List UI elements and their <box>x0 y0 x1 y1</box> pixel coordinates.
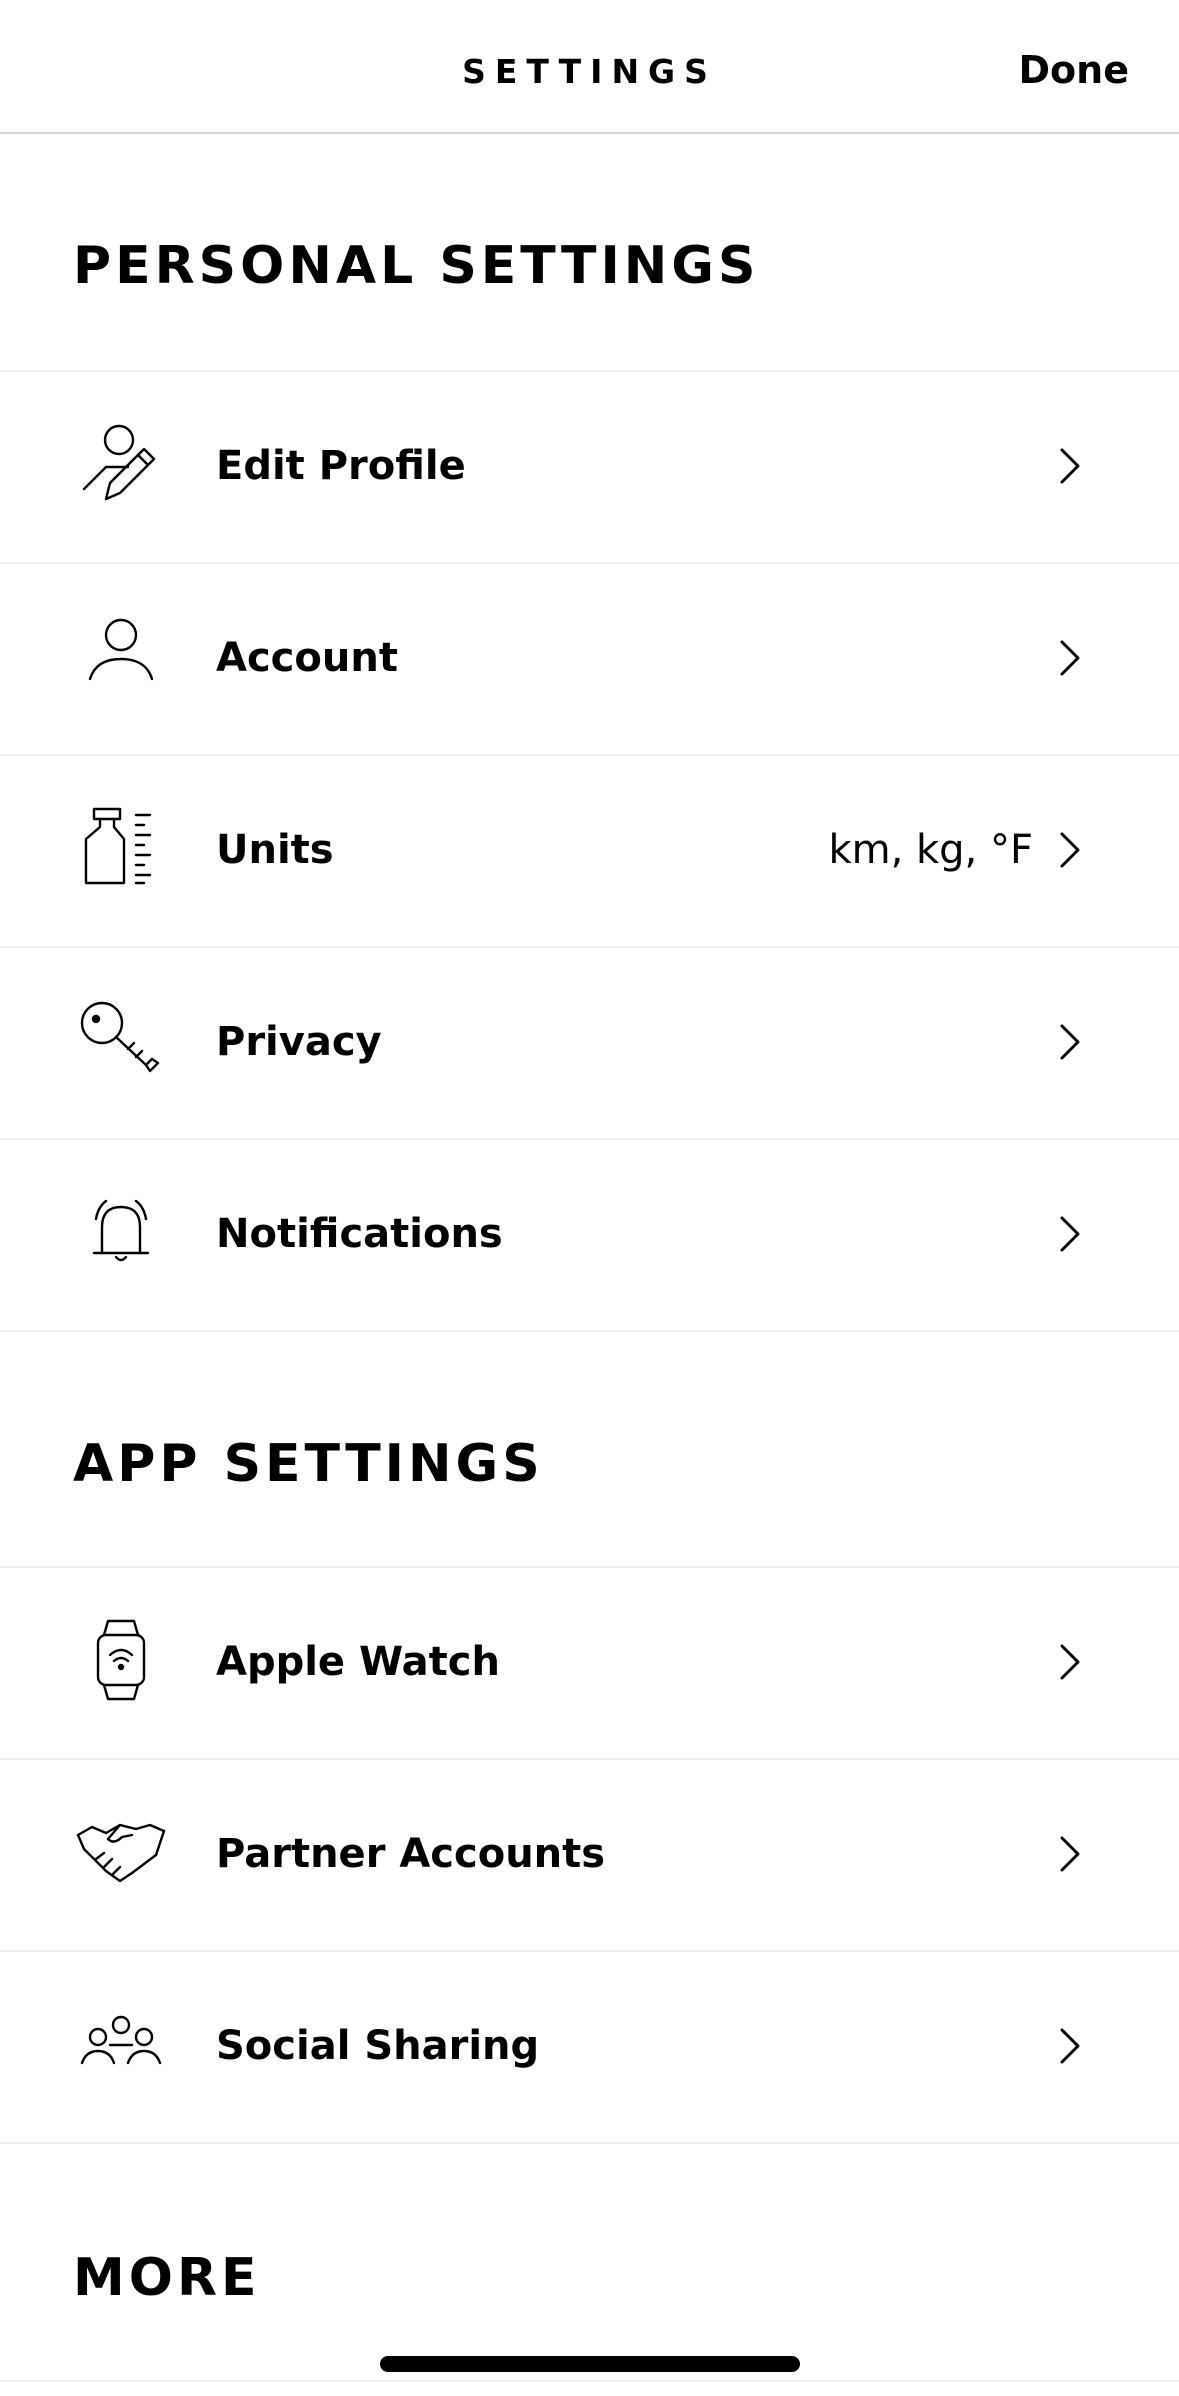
chevron-right-icon <box>1048 824 1092 876</box>
settings-row-account[interactable]: Account <box>0 562 1179 752</box>
settings-row-edit-profile[interactable]: Edit Profile <box>0 370 1179 560</box>
section-title-app-settings: APP SETTINGS <box>73 1434 544 1494</box>
settings-row-partner-accounts[interactable]: Partner Accounts <box>0 1758 1179 1948</box>
row-label: Social Sharing <box>216 2023 540 2069</box>
chevron-right-icon <box>1048 1016 1092 1068</box>
settings-row-units[interactable]: Units km, kg, °F <box>0 754 1179 944</box>
settings-row-privacy[interactable]: Privacy <box>0 946 1179 1136</box>
row-label: Notifications <box>216 1211 503 1257</box>
units-icon <box>76 803 166 893</box>
key-icon <box>76 995 166 1085</box>
bottom-divider <box>0 2380 1179 2382</box>
row-label: Account <box>216 635 398 681</box>
done-button[interactable]: Done <box>1019 46 1129 94</box>
home-indicator[interactable] <box>380 2356 800 2372</box>
settings-row-apple-watch[interactable]: Apple Watch <box>0 1566 1179 1756</box>
section-divider <box>0 1328 1179 1332</box>
section-title-personal-settings: PERSONAL SETTINGS <box>73 236 760 296</box>
chevron-right-icon <box>1048 1828 1092 1880</box>
top-navigation-bar: SETTINGS Done <box>0 0 1179 134</box>
group-icon <box>76 1999 166 2089</box>
row-label: Edit Profile <box>216 443 466 489</box>
person-icon <box>76 611 166 701</box>
page-title: SETTINGS <box>462 52 717 91</box>
settings-row-social-sharing[interactable]: Social Sharing <box>0 1950 1179 2140</box>
chevron-right-icon <box>1048 1636 1092 1688</box>
chevron-right-icon <box>1048 1208 1092 1260</box>
section-divider <box>0 2140 1179 2144</box>
settings-row-notifications[interactable]: Notifications <box>0 1138 1179 1328</box>
edit-profile-icon <box>76 419 166 509</box>
chevron-right-icon <box>1048 2020 1092 2072</box>
row-label: Partner Accounts <box>216 1831 606 1877</box>
watch-icon <box>76 1615 166 1705</box>
bell-icon <box>76 1187 166 1277</box>
row-label: Apple Watch <box>216 1639 500 1685</box>
section-title-more: MORE <box>73 2248 261 2308</box>
handshake-icon <box>76 1807 166 1897</box>
chevron-right-icon <box>1048 632 1092 684</box>
row-label: Units <box>216 827 334 873</box>
chevron-right-icon <box>1048 440 1092 492</box>
row-label: Privacy <box>216 1019 382 1065</box>
units-value: km, kg, °F <box>828 827 1033 873</box>
